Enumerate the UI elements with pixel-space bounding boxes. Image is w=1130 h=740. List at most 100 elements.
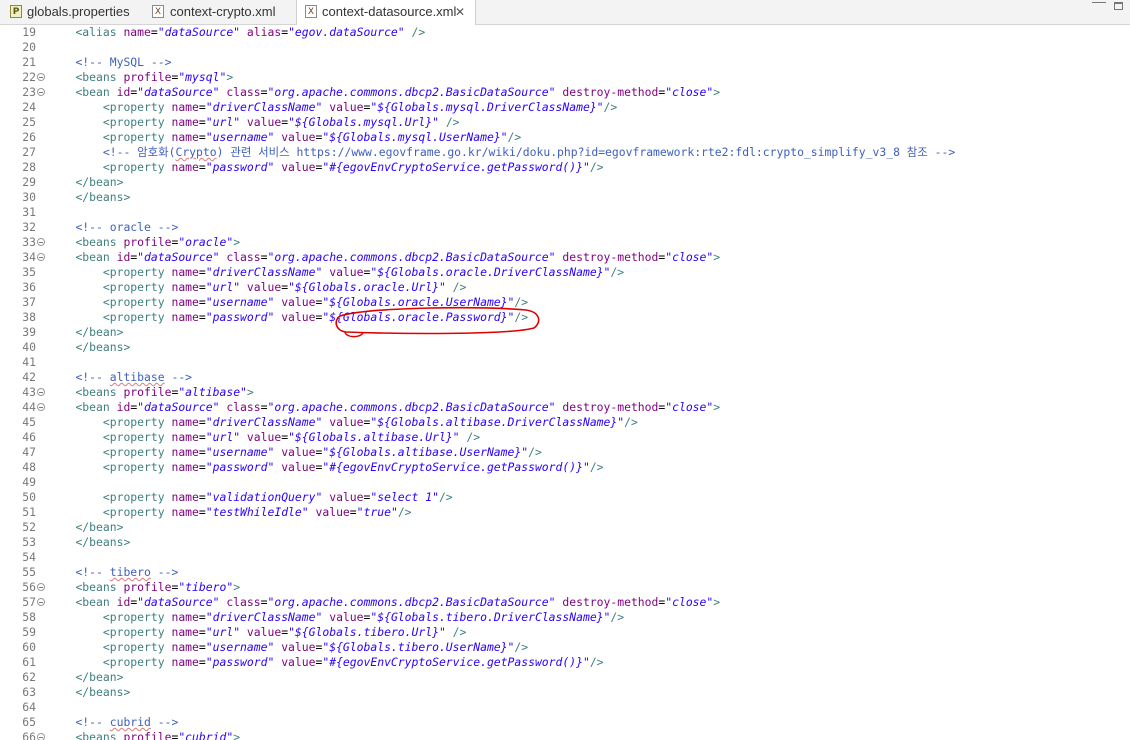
code-line[interactable]: 23 <bean id="dataSource" class="org.apac… (0, 85, 1130, 100)
code-line[interactable]: 20 (0, 40, 1130, 55)
code-line[interactable]: 56 <beans profile="tibero"> (0, 580, 1130, 595)
editor-tab-bar: P globals.properties X context-crypto.xm… (0, 0, 1130, 25)
code-text: </bean> (75, 325, 124, 339)
code-line[interactable]: 24 <property name="driverClassName" valu… (0, 100, 1130, 115)
xml-source-editor[interactable]: 19 <alias name="dataSource" alias="egov.… (0, 25, 1130, 740)
code-line[interactable]: 28 <property name="password" value="#{eg… (0, 160, 1130, 175)
line-number: 42 (22, 370, 36, 384)
code-line[interactable]: 58 <property name="driverClassName" valu… (0, 610, 1130, 625)
fold-toggle-icon[interactable] (37, 88, 45, 96)
code-text: <property name="validationQuery" value="… (102, 490, 453, 504)
line-number: 26 (22, 130, 36, 144)
code-text: </beans> (75, 340, 131, 354)
code-line[interactable]: 64 (0, 700, 1130, 715)
code-text: <bean id="dataSource" class="org.apache.… (75, 595, 721, 609)
line-number: 40 (22, 340, 36, 354)
tab-globals-properties[interactable]: P globals.properties (0, 0, 140, 24)
line-number: 21 (22, 55, 36, 69)
code-line[interactable]: 37 <property name="username" value="${Gl… (0, 295, 1130, 310)
code-line[interactable]: 22 <beans profile="mysql"> (0, 70, 1130, 85)
code-line[interactable]: 62 </bean> (0, 670, 1130, 685)
code-line[interactable]: 66 <beans profile="cubrid"> (0, 730, 1130, 740)
code-line[interactable]: 30 </beans> (0, 190, 1130, 205)
fold-toggle-icon[interactable] (37, 253, 45, 261)
line-number: 34 (22, 250, 36, 264)
code-text: <property name="driverClassName" value="… (102, 100, 618, 114)
fold-toggle-icon[interactable] (37, 733, 45, 740)
properties-file-icon: P (10, 5, 22, 18)
code-text: <beans profile="tibero"> (75, 580, 241, 594)
code-text: <bean id="dataSource" class="org.apache.… (75, 85, 721, 99)
code-line[interactable]: 32 <!-- oracle --> (0, 220, 1130, 235)
line-number: 43 (22, 385, 36, 399)
close-tab-icon[interactable]: ✕ (455, 0, 465, 24)
line-number: 57 (22, 595, 36, 609)
line-number: 52 (22, 520, 36, 534)
code-line[interactable]: 29 </bean> (0, 175, 1130, 190)
tab-label: context-crypto.xml (170, 4, 276, 19)
code-text: <property name="username" value="${Globa… (102, 295, 529, 309)
line-number: 31 (22, 205, 36, 219)
fold-toggle-icon[interactable] (37, 238, 45, 246)
code-line[interactable]: 54 (0, 550, 1130, 565)
tab-context-crypto[interactable]: X context-crypto.xml (142, 0, 294, 24)
code-line[interactable]: 47 <property name="username" value="${Gl… (0, 445, 1130, 460)
code-line[interactable]: 57 <bean id="dataSource" class="org.apac… (0, 595, 1130, 610)
code-line[interactable]: 49 (0, 475, 1130, 490)
code-line[interactable]: 25 <property name="url" value="${Globals… (0, 115, 1130, 130)
code-text: <!-- oracle --> (75, 220, 179, 234)
code-line[interactable]: 60 <property name="username" value="${Gl… (0, 640, 1130, 655)
code-line[interactable]: 65 <!-- cubrid --> (0, 715, 1130, 730)
code-line[interactable]: 33 <beans profile="oracle"> (0, 235, 1130, 250)
code-line[interactable]: 52 </bean> (0, 520, 1130, 535)
code-line[interactable]: 63 </beans> (0, 685, 1130, 700)
code-line[interactable]: 27 <!-- 암호화(Crypto) 관련 서비스 https://www.e… (0, 145, 1130, 160)
fold-toggle-icon[interactable] (37, 583, 45, 591)
code-line[interactable]: 31 (0, 205, 1130, 220)
line-number: 56 (22, 580, 36, 594)
code-line[interactable]: 38 <property name="password" value="${Gl… (0, 310, 1130, 325)
tab-context-datasource[interactable]: X context-datasource.xml ✕ (296, 0, 476, 25)
code-line[interactable]: 35 <property name="driverClassName" valu… (0, 265, 1130, 280)
code-line[interactable]: 45 <property name="driverClassName" valu… (0, 415, 1130, 430)
code-line[interactable]: 50 <property name="validationQuery" valu… (0, 490, 1130, 505)
fold-toggle-icon[interactable] (37, 73, 45, 81)
code-line[interactable]: 61 <property name="password" value="#{eg… (0, 655, 1130, 670)
line-number: 47 (22, 445, 36, 459)
line-number: 35 (22, 265, 36, 279)
code-line[interactable]: 53 </beans> (0, 535, 1130, 550)
line-number: 66 (22, 730, 36, 740)
code-line[interactable]: 51 <property name="testWhileIdle" value=… (0, 505, 1130, 520)
line-number: 19 (22, 25, 36, 39)
code-line[interactable]: 59 <property name="url" value="${Globals… (0, 625, 1130, 640)
code-line[interactable]: 41 (0, 355, 1130, 370)
code-line[interactable]: 55 <!-- tibero --> (0, 565, 1130, 580)
code-line[interactable]: 42 <!-- altibase --> (0, 370, 1130, 385)
maximize-icon[interactable] (1114, 2, 1123, 10)
code-text: <property name="password" value="#{egovE… (102, 460, 604, 474)
code-line[interactable]: 34 <bean id="dataSource" class="org.apac… (0, 250, 1130, 265)
code-line[interactable]: 26 <property name="username" value="${Gl… (0, 130, 1130, 145)
code-line[interactable]: 44 <bean id="dataSource" class="org.apac… (0, 400, 1130, 415)
line-number: 49 (22, 475, 36, 489)
line-number: 58 (22, 610, 36, 624)
code-line[interactable]: 19 <alias name="dataSource" alias="egov.… (0, 25, 1130, 40)
line-number: 65 (22, 715, 36, 729)
line-number: 45 (22, 415, 36, 429)
code-line[interactable]: 36 <property name="url" value="${Globals… (0, 280, 1130, 295)
code-text: <property name="testWhileIdle" value="tr… (102, 505, 412, 519)
code-line[interactable]: 43 <beans profile="altibase"> (0, 385, 1130, 400)
code-line[interactable]: 40 </beans> (0, 340, 1130, 355)
code-line[interactable]: 21 <!-- MySQL --> (0, 55, 1130, 70)
line-number: 36 (22, 280, 36, 294)
code-line[interactable]: 39 </bean> (0, 325, 1130, 340)
xml-file-icon: X (305, 5, 317, 18)
fold-toggle-icon[interactable] (37, 403, 45, 411)
fold-toggle-icon[interactable] (37, 598, 45, 606)
code-line[interactable]: 46 <property name="url" value="${Globals… (0, 430, 1130, 445)
code-line[interactable]: 48 <property name="password" value="#{eg… (0, 460, 1130, 475)
fold-toggle-icon[interactable] (37, 388, 45, 396)
code-text: <property name="password" value="${Globa… (102, 310, 529, 324)
minimize-icon[interactable] (1092, 2, 1106, 9)
code-text: <property name="url" value="${Globals.ti… (102, 625, 467, 639)
